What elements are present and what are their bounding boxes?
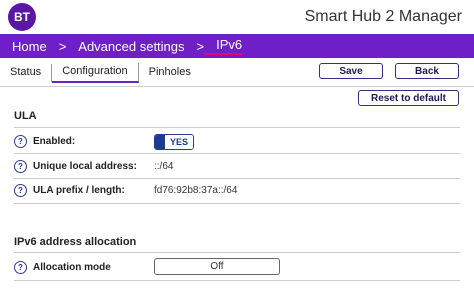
breadcrumb-advanced-settings[interactable]: Advanced settings [66, 39, 184, 54]
divider [14, 153, 460, 154]
save-button[interactable]: Save [319, 63, 383, 79]
enabled-toggle[interactable]: YES [154, 134, 194, 150]
help-icon[interactable]: ? [14, 184, 27, 197]
help-icon[interactable]: ? [14, 135, 27, 148]
unique-local-address-value: ::/64 [154, 161, 174, 172]
divider [14, 252, 460, 253]
tab-bar: Status Configuration Pinholes [0, 62, 300, 84]
back-button[interactable]: Back [395, 63, 459, 79]
breadcrumb-bar: Home > Advanced settings > IPv6 [0, 34, 474, 58]
section-title-ipv6-allocation: IPv6 address allocation [14, 236, 137, 248]
bt-logo: BT [8, 3, 36, 31]
row-ula-prefix: ? ULA prefix / length: [14, 184, 125, 197]
row-enabled: ? Enabled: [14, 135, 75, 148]
tab-configuration[interactable]: Configuration [52, 63, 139, 83]
help-icon[interactable]: ? [14, 261, 27, 274]
row-allocation-mode: ? Allocation mode [14, 261, 111, 274]
toggle-knob [155, 135, 165, 149]
reset-to-default-button[interactable]: Reset to default [358, 90, 459, 106]
divider [14, 203, 460, 204]
breadcrumb-ipv6: IPv6 [204, 37, 243, 55]
allocation-mode-select[interactable]: Off [154, 258, 280, 275]
divider [14, 178, 460, 179]
ula-prefix-value: fd76:92b8:37a::/64 [154, 185, 238, 196]
help-icon[interactable]: ? [14, 160, 27, 173]
tab-status[interactable]: Status [0, 64, 53, 82]
toggle-state-label: YES [165, 135, 193, 149]
divider [14, 280, 460, 281]
divider [14, 127, 460, 128]
chevron-right-icon: > [196, 38, 205, 54]
breadcrumb-home[interactable]: Home [0, 39, 47, 54]
ula-prefix-label: ULA prefix / length: [33, 185, 125, 196]
unique-local-address-label: Unique local address: [33, 161, 137, 172]
app-title: Smart Hub 2 Manager [304, 8, 462, 25]
tab-divider [0, 86, 474, 87]
chevron-right-icon: > [58, 38, 67, 54]
section-title-ula: ULA [14, 110, 37, 122]
row-unique-local-address: ? Unique local address: [14, 160, 137, 173]
allocation-mode-label: Allocation mode [33, 262, 111, 273]
tab-pinholes[interactable]: Pinholes [139, 64, 201, 82]
enabled-label: Enabled: [33, 136, 76, 147]
